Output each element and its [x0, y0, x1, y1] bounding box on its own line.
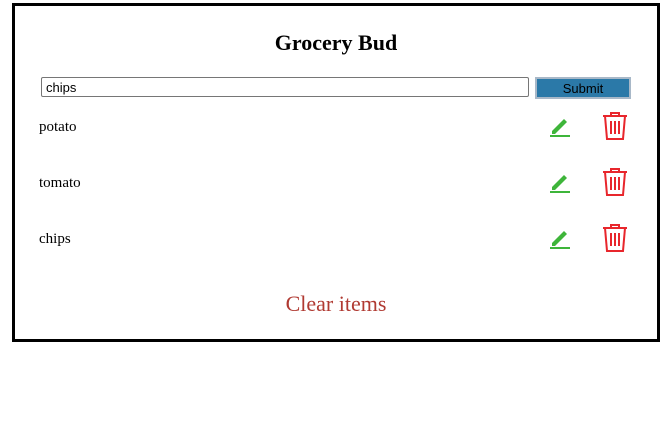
trash-icon: [603, 224, 627, 252]
item-name: chips: [39, 231, 71, 247]
pencil-icon: [550, 231, 570, 249]
trash-icon: [603, 168, 627, 196]
list-item: tomato: [15, 162, 657, 202]
delete-button[interactable]: [600, 166, 630, 198]
edit-button[interactable]: [547, 224, 573, 250]
trash-icon: [603, 112, 627, 140]
list-item: chips: [15, 218, 657, 258]
list-item: potato: [15, 106, 657, 146]
delete-button[interactable]: [600, 110, 630, 142]
item-name: potato: [39, 119, 77, 135]
page-title: Grocery Bud: [274, 30, 398, 55]
delete-button[interactable]: [600, 222, 630, 254]
pencil-icon: [550, 175, 570, 193]
edit-button[interactable]: [547, 112, 573, 138]
item-name: tomato: [39, 175, 81, 191]
grocery-container: Grocery Bud Submit potato: [12, 3, 660, 342]
clear-items-button[interactable]: Clear items: [15, 291, 657, 317]
grocery-form: Submit: [41, 77, 631, 99]
edit-button[interactable]: [547, 168, 573, 194]
submit-button[interactable]: Submit: [535, 77, 631, 99]
pencil-icon: [550, 119, 570, 137]
grocery-input[interactable]: [41, 77, 529, 97]
